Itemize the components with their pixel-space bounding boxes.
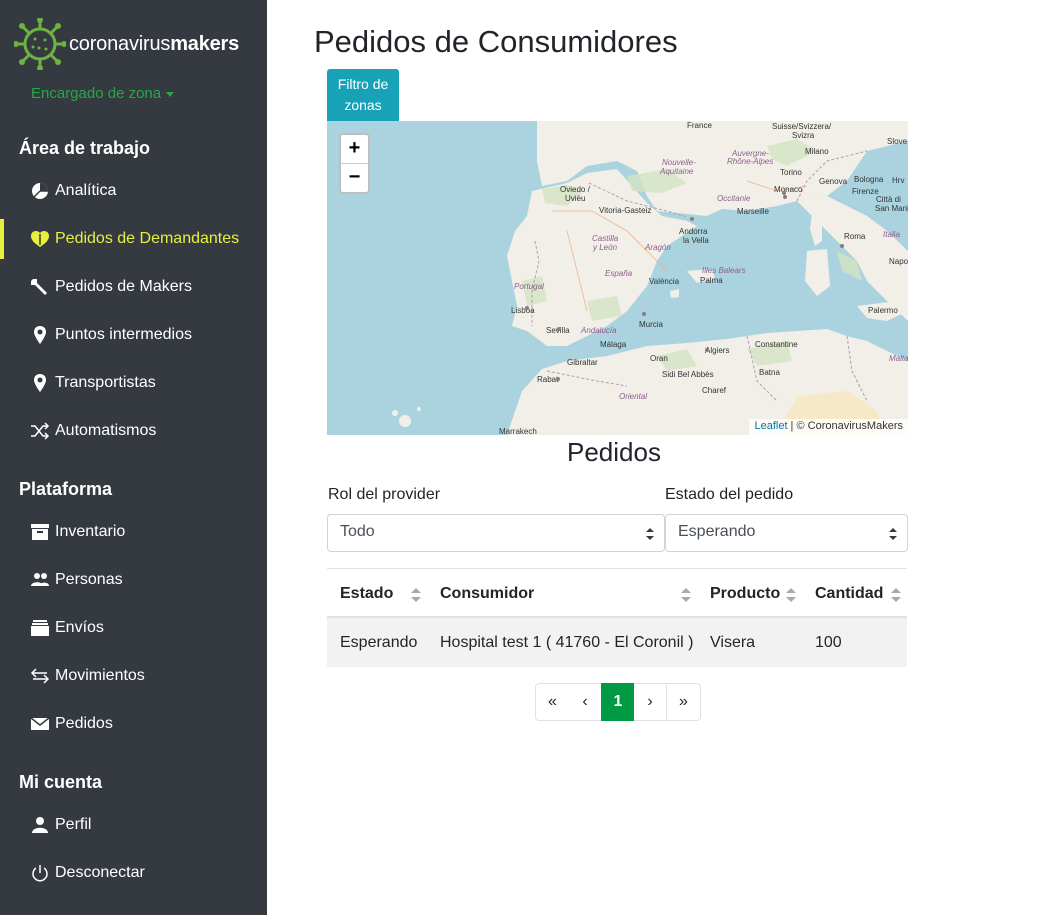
sidebar-item-label: Transportistas (55, 374, 156, 391)
zone-filter-label-1: Filtro de (337, 76, 389, 92)
role-dropdown[interactable]: Encargado de zona (31, 85, 175, 102)
brand-logo-link[interactable]: coronavirusmakers (14, 18, 239, 70)
provider-role-label: Rol del provider (328, 486, 441, 503)
sidebar-item-label: Desconectar (55, 864, 145, 881)
sidebar-item-perfil[interactable]: Perfil (0, 805, 267, 845)
zoom-out-button[interactable]: − (341, 164, 368, 193)
table-row[interactable]: Esperando Hospital test 1 ( 41760 - El C… (327, 618, 907, 667)
sidebar-item-puntos-intermedios[interactable]: Puntos intermedios (0, 315, 267, 355)
order-status-label: Estado del pedido (665, 486, 794, 503)
brand-name: coronavirusmakers (69, 32, 240, 55)
sort-icon[interactable] (411, 587, 421, 603)
sidebar-item-movimientos[interactable]: Movimientos (0, 656, 267, 696)
cell-cantidad: 100 (815, 634, 842, 651)
section-title-platform: Plataforma (19, 479, 113, 499)
map-pin-icon (30, 325, 50, 345)
page-title: Pedidos de Consumidores (314, 24, 678, 59)
orders-heading: Pedidos (567, 437, 661, 467)
heart-shield-icon (30, 229, 50, 249)
power-icon (30, 863, 50, 883)
envelope-icon (30, 714, 50, 734)
stack-icon (30, 618, 50, 638)
sidebar-item-pedidos-makers[interactable]: Pedidos de Makers (0, 267, 267, 307)
sidebar-item-pedidos[interactable]: Pedidos (0, 704, 267, 744)
city-markers (525, 191, 844, 381)
sidebar-item-label: Analítica (55, 182, 117, 199)
sidebar: coronavirusmakers Encargado de zona Área… (0, 0, 267, 915)
sidebar-item-label: Personas (55, 571, 123, 588)
sidebar-item-label: Movimientos (55, 667, 145, 684)
sidebar-item-personas[interactable]: Personas (0, 560, 267, 600)
sidebar-item-label: Envíos (55, 619, 104, 636)
sidebar-item-label: Pedidos de Makers (55, 278, 192, 295)
shuffle-icon (30, 421, 50, 441)
sidebar-item-label: Puntos intermedios (55, 326, 192, 343)
provider-role-select[interactable]: Todo (327, 514, 665, 552)
sidebar-item-envios[interactable]: Envíos (0, 608, 267, 648)
map[interactable]: France Suisse/Svizzera/ Svizra Slove Nou… (327, 121, 908, 435)
select-arrows-icon (889, 528, 897, 540)
map-zoom-control: + − (339, 133, 370, 194)
sidebar-item-automatismos[interactable]: Automatismos (0, 411, 267, 451)
sidebar-item-inventario[interactable]: Inventario (0, 512, 267, 552)
pagination-next[interactable]: › (634, 683, 667, 721)
cell-consumidor: Hospital test 1 ( 41760 - El Coronil ) (440, 634, 694, 651)
sidebar-item-transportistas[interactable]: Transportistas (0, 363, 267, 403)
sidebar-item-desconectar[interactable]: Desconectar (0, 853, 267, 893)
archive-icon (30, 522, 50, 542)
cell-producto: Visera (710, 634, 756, 651)
order-status-value: Esperando (678, 523, 756, 540)
sidebar-item-label: Pedidos (55, 715, 113, 732)
select-arrows-icon (646, 528, 654, 540)
map-pin-icon (30, 373, 50, 393)
zone-filter-label-2: zonas (344, 97, 382, 113)
sidebar-item-label: Pedidos de Demandantes (55, 230, 240, 247)
section-title-workspace: Área de trabajo (19, 138, 151, 158)
column-header-consumidor[interactable]: Consumidor (440, 585, 534, 603)
column-header-cantidad[interactable]: Cantidad (815, 585, 883, 603)
sidebar-item-label: Automatismos (55, 422, 157, 439)
people-icon (30, 570, 50, 590)
caret-down-icon (166, 91, 175, 97)
order-status-select[interactable]: Esperando (665, 514, 908, 552)
pagination-first[interactable]: « (535, 683, 570, 721)
sort-icon[interactable] (891, 587, 901, 603)
sidebar-item-label: Perfil (55, 816, 92, 833)
zoom-in-button[interactable]: + (341, 135, 368, 164)
column-header-producto[interactable]: Producto (710, 585, 780, 603)
attribution-text: | © CoronavirusMakers (787, 420, 903, 432)
zone-filter-button[interactable]: Filtro de zonas (327, 69, 399, 121)
sidebar-item-pedidos-demandantes[interactable]: Pedidos de Demandantes (0, 219, 267, 259)
map-attribution: Leaflet | © CoronavirusMakers (749, 419, 908, 435)
virus-logo-icon (14, 18, 66, 70)
sidebar-item-label: Inventario (55, 523, 126, 540)
cell-estado: Esperando (340, 634, 418, 651)
arrows-swap-icon (30, 666, 50, 686)
sidebar-item-analitica[interactable]: Analítica (0, 171, 267, 211)
pagination-page-current[interactable]: 1 (601, 683, 635, 721)
wrench-icon (30, 277, 50, 297)
provider-role-value: Todo (340, 523, 375, 540)
pagination-last[interactable]: » (666, 683, 701, 721)
leaflet-link[interactable]: Leaflet (754, 420, 787, 432)
orders-table-header: Estado Consumidor Producto Cantidad (327, 568, 907, 618)
pagination-prev[interactable]: ‹ (569, 683, 602, 721)
role-label: Encargado de zona (31, 85, 162, 102)
section-title-account: Mi cuenta (19, 772, 103, 792)
pie-chart-icon (30, 181, 50, 201)
person-icon (30, 815, 50, 835)
sort-icon[interactable] (786, 587, 796, 603)
column-header-estado[interactable]: Estado (340, 585, 393, 603)
sort-icon[interactable] (681, 587, 691, 603)
